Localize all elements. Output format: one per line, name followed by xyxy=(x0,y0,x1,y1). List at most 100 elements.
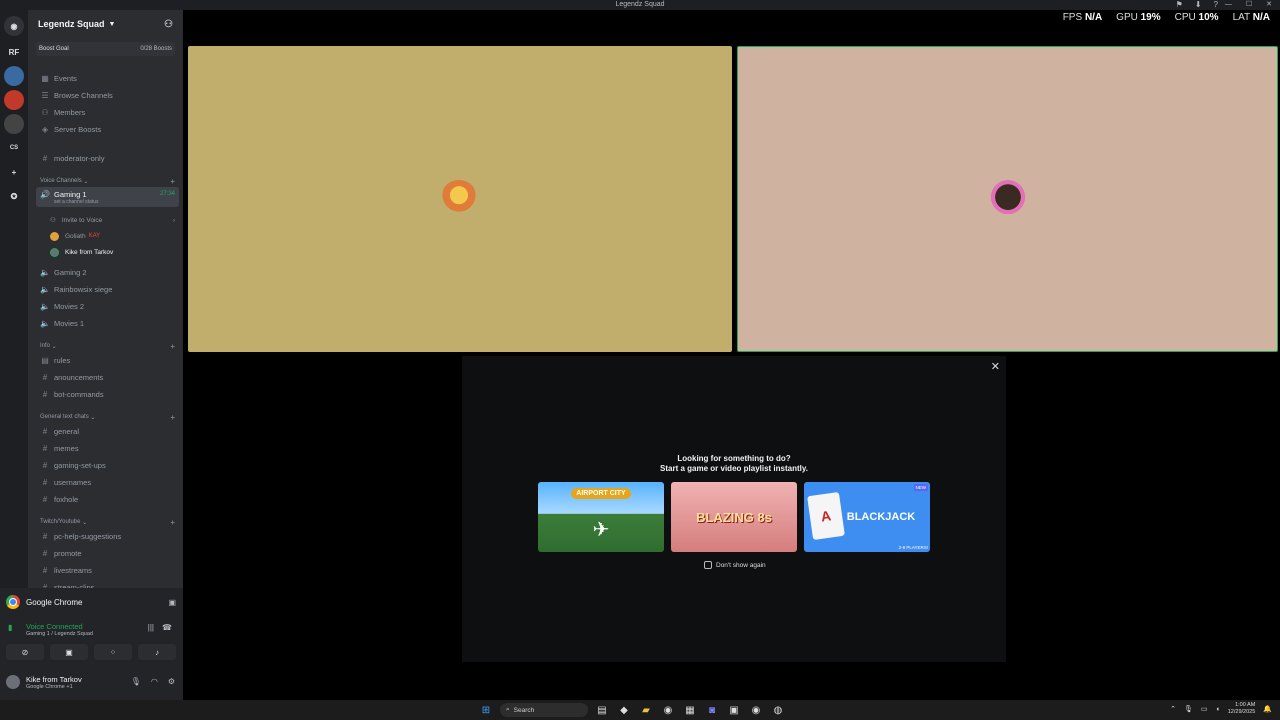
chevron-up-icon[interactable]: ⌃ xyxy=(1170,705,1176,713)
minimize-button[interactable]: — xyxy=(1225,0,1232,9)
hash-icon: # xyxy=(42,565,48,575)
channel-gaming-set-ups[interactable]: # gaming-set-ups xyxy=(36,457,179,473)
add-channel-icon[interactable]: + xyxy=(170,342,175,351)
activity-card-blackjack[interactable]: A BLACKJACK NEW 2-8 PLAYERS! xyxy=(804,482,930,552)
add-channel-icon[interactable]: + xyxy=(170,518,175,527)
invite-to-voice[interactable]: ⚇ Invite to Voice › xyxy=(50,213,179,227)
server-rf[interactable]: RF xyxy=(4,42,24,62)
speaker-icon: 🔈 xyxy=(40,267,50,277)
server-avatar[interactable] xyxy=(4,66,24,86)
nav-members[interactable]: ⚇ Members xyxy=(36,104,179,120)
boost-goal-label: Boost Goal xyxy=(39,46,69,52)
discord-home-icon[interactable]: ◉ xyxy=(4,16,24,36)
disconnect-icon[interactable]: ☎ xyxy=(162,623,172,632)
server-avatar[interactable] xyxy=(4,90,24,110)
boost-goal-bar[interactable]: Boost Goal 0/28 Boosts xyxy=(36,42,175,56)
activity-card-airport-city[interactable]: AIRPORT CITY ✈ xyxy=(538,482,664,552)
file-explorer-icon[interactable]: ▰ xyxy=(638,702,654,718)
camera-off-button[interactable]: ⊘ xyxy=(6,644,44,660)
voice-channel[interactable]: 🔈 Rainbowsix siege xyxy=(36,281,179,297)
inbox-icon[interactable]: ⚑ xyxy=(1176,0,1183,9)
windows-start-icon[interactable]: ⊞ xyxy=(478,702,494,718)
channel-stream-clips[interactable]: # stream-clips xyxy=(36,579,179,589)
discord-taskbar-icon[interactable]: ◙ xyxy=(704,702,720,718)
add-channel-icon[interactable]: + xyxy=(170,177,175,186)
checkbox[interactable] xyxy=(704,561,712,569)
add-server-icon[interactable]: + xyxy=(4,162,24,182)
help-icon[interactable]: ? xyxy=(1214,0,1218,9)
soundboard-button[interactable]: ♪ xyxy=(138,644,176,660)
new-badge: NEW xyxy=(913,484,928,491)
noise-suppression-icon[interactable]: ||| xyxy=(148,623,154,632)
taskbar-search[interactable]: ⌕ Search xyxy=(500,703,588,717)
server-cs[interactable]: CS xyxy=(4,138,24,158)
category-twitch[interactable]: Twitch/Youtube ⌄ + xyxy=(36,517,179,527)
invite-people-icon[interactable]: ⚇ xyxy=(164,19,173,30)
close-icon[interactable]: ✕ xyxy=(991,360,1000,373)
steam-icon[interactable]: ◍ xyxy=(770,702,786,718)
close-window-button[interactable]: ✕ xyxy=(1266,0,1272,9)
chrome-taskbar-icon[interactable]: ◉ xyxy=(748,702,764,718)
channel-bot-commands[interactable]: # bot-commands xyxy=(36,386,179,402)
chrome-taskbar-icon[interactable]: ◉ xyxy=(660,702,676,718)
taskview-icon[interactable]: ▤ xyxy=(594,702,610,718)
voice-channel-path[interactable]: Gaming 1 / Legendz Squad xyxy=(26,631,93,637)
network-icon[interactable]: ▭ xyxy=(1201,705,1208,713)
stop-stream-icon[interactable]: ▣ xyxy=(168,598,176,607)
server-avatar[interactable] xyxy=(4,114,24,134)
channel-general[interactable]: # general xyxy=(36,423,179,439)
notification-bell-icon[interactable]: 🔔 xyxy=(1263,705,1272,713)
mic-icon[interactable]: 🎙 xyxy=(131,677,141,686)
headphones-icon[interactable]: ◠ xyxy=(151,677,158,686)
voice-channel-gaming-1[interactable]: 🔊 Gaming 1 set a channel status 27:34 xyxy=(36,187,179,207)
screen-share-button[interactable]: ▣ xyxy=(50,644,88,660)
copilot-icon[interactable]: ◆ xyxy=(616,702,632,718)
channel-promote[interactable]: # promote xyxy=(36,545,179,561)
guild-header[interactable]: Legendz Squad ▼ ⚇ xyxy=(28,10,183,38)
voice-channel[interactable]: 🔈 Movies 1 xyxy=(36,315,179,331)
app-icon[interactable]: ▣ xyxy=(726,702,742,718)
category-voice[interactable]: Voice Channels ⌄ + xyxy=(36,176,179,186)
channel-foxhole[interactable]: # foxhole xyxy=(36,491,179,507)
speaker-icon: 🔈 xyxy=(40,318,50,328)
mic-tray-icon[interactable]: 🎙 xyxy=(1184,705,1193,713)
username[interactable]: Kike from Tarkov xyxy=(26,675,82,684)
voice-connected-label[interactable]: Voice Connected xyxy=(26,622,83,631)
maximize-button[interactable]: ☐ xyxy=(1246,0,1252,9)
channel-livestreams[interactable]: # livestreams xyxy=(36,562,179,578)
activities-button[interactable]: ⁘ xyxy=(94,644,132,660)
rules-icon: ▤ xyxy=(41,355,49,365)
nav-events[interactable]: ▦ Events xyxy=(36,70,179,86)
participant-tile[interactable] xyxy=(188,46,732,352)
dont-show-again[interactable]: Don't show again xyxy=(704,561,766,569)
channel-pc-help[interactable]: # pc-help-suggestions xyxy=(36,528,179,544)
speaker-icon: 🔈 xyxy=(40,284,50,294)
nav-browse-channels[interactable]: ☰ Browse Channels xyxy=(36,87,179,103)
add-channel-icon[interactable]: + xyxy=(170,413,175,422)
streaming-app[interactable]: Google Chrome ▣ xyxy=(6,594,176,610)
app-icon[interactable]: ▦ xyxy=(682,702,698,718)
activity-card-blazing-8s[interactable]: BLAZING 8s xyxy=(671,482,797,552)
gear-icon[interactable]: ⚙ xyxy=(168,677,175,686)
voice-channel[interactable]: 🔈 Gaming 2 xyxy=(36,264,179,280)
hash-icon: # xyxy=(42,477,48,487)
volume-icon[interactable]: ◖ xyxy=(1216,706,1220,713)
voice-connection: ▮ Voice Connected Gaming 1 / Legendz Squ… xyxy=(8,620,176,638)
channel-memes[interactable]: # memes xyxy=(36,440,179,456)
participant-tile-speaking[interactable] xyxy=(737,46,1278,352)
discover-icon[interactable]: ✪ xyxy=(4,186,24,206)
avatar[interactable] xyxy=(6,675,20,689)
category-info[interactable]: Info ⌄ + xyxy=(36,341,179,351)
channel-moderator-only[interactable]: # moderator-only xyxy=(36,150,179,166)
voice-channel[interactable]: 🔈 Movies 2 xyxy=(36,298,179,314)
channel-rules[interactable]: ▤ rules xyxy=(36,352,179,368)
category-general[interactable]: General text chats ⌄ + xyxy=(36,412,179,422)
channel-announcements[interactable]: # anouncements xyxy=(36,369,179,385)
voice-member[interactable]: Kike from Tarkov xyxy=(50,245,179,259)
channel-usernames[interactable]: # usernames xyxy=(36,474,179,490)
download-icon[interactable]: ⬇ xyxy=(1195,0,1202,9)
voice-member[interactable]: Goliath KAY xyxy=(50,229,179,243)
nav-server-boosts[interactable]: ◈ Server Boosts xyxy=(36,121,179,137)
clock[interactable]: 1:00 AM 12/29/2025 xyxy=(1228,702,1256,716)
channel-status[interactable]: set a channel status xyxy=(54,199,98,205)
